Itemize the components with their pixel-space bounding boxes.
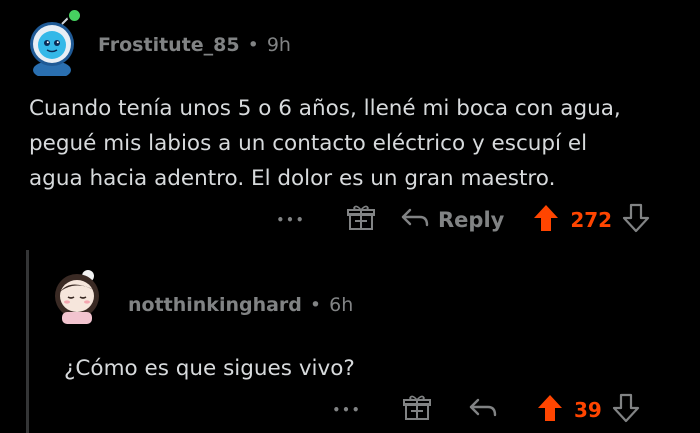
avatar[interactable]	[22, 14, 82, 79]
comment-actions: ••• 39	[332, 393, 692, 427]
award-gift-icon[interactable]	[402, 393, 432, 427]
username[interactable]: Frostitute_85	[98, 34, 240, 56]
comment-reply: notthinkinghard • 6h ¿Cómo es que sigues…	[0, 250, 700, 433]
downvote-arrow-icon[interactable]	[622, 203, 650, 237]
reply-arrow-icon	[400, 206, 430, 234]
comment-actions: ••• Reply 272	[276, 203, 686, 237]
comment-header: notthinkinghard • 6h	[128, 294, 353, 316]
username[interactable]: notthinkinghard	[128, 294, 302, 316]
reply-arrow-icon[interactable]	[468, 396, 498, 424]
more-options-button[interactable]: •••	[276, 213, 306, 227]
comment-body-line: agua hacia adentro. El dolor es un gran …	[29, 166, 556, 191]
vote-score: 272	[570, 208, 613, 232]
comment-body: Cuando tenía unos 5 o 6 años, llené mi b…	[29, 91, 621, 196]
comment: Frostitute_85 • 9h Cuando tenía unos 5 o…	[0, 0, 700, 250]
meta-separator: •	[309, 294, 322, 316]
comment-body-line: ¿Cómo es que sigues vivo?	[64, 356, 355, 381]
girl-avatar-icon	[55, 270, 99, 324]
reply-button[interactable]: Reply	[400, 206, 504, 234]
snoo-astronaut-avatar-icon	[30, 17, 74, 79]
meta-separator: •	[247, 34, 259, 56]
timestamp: 9h	[266, 34, 291, 56]
downvote-arrow-icon[interactable]	[612, 393, 640, 427]
reply-label: Reply	[438, 208, 505, 232]
upvote-arrow-icon[interactable]	[536, 393, 564, 427]
upvote-arrow-icon[interactable]	[532, 203, 560, 237]
comment-body-line: Cuando tenía unos 5 o 6 años, llené mi b…	[29, 96, 621, 121]
comment-body: ¿Cómo es que sigues vivo?	[64, 351, 355, 386]
timestamp: 6h	[329, 294, 354, 316]
more-options-button[interactable]: •••	[332, 403, 362, 417]
award-gift-icon[interactable]	[346, 203, 376, 237]
vote-score: 39	[574, 398, 602, 422]
avatar[interactable]	[50, 266, 104, 324]
online-status-dot	[67, 8, 82, 23]
comment-header: Frostitute_85 • 9h	[98, 34, 291, 56]
comment-body-line: pegué mis labios a un contacto eléctrico…	[29, 131, 588, 156]
